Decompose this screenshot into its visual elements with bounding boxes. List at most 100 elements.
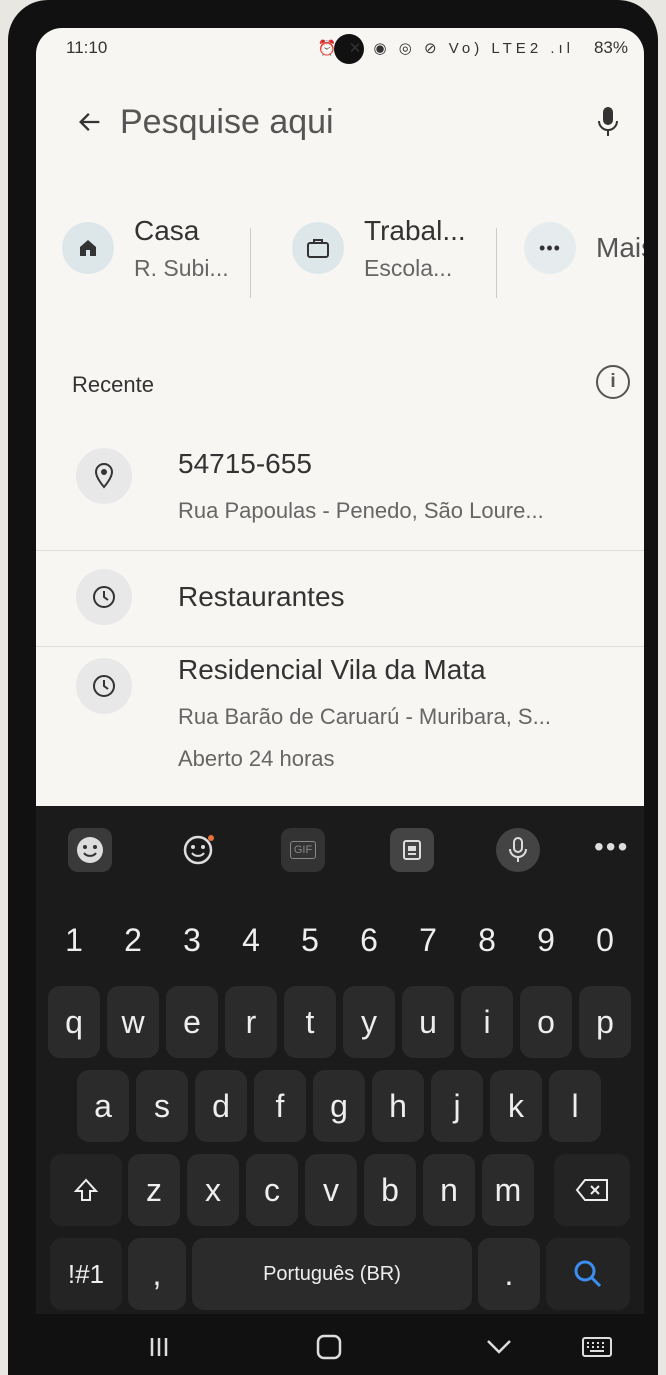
- key-x[interactable]: x: [187, 1154, 239, 1226]
- status-icons: ⏰ ✕ ◉ ◎ ⊘ Vo) LTE2 .ıl: [317, 40, 574, 57]
- key-u[interactable]: u: [402, 986, 454, 1058]
- briefcase-icon: [292, 222, 344, 274]
- chevron-down-icon: [487, 1340, 511, 1354]
- keyboard-toolbar: GIF •••: [36, 806, 644, 902]
- microphone-icon: [598, 107, 618, 136]
- shortcut-separator: [250, 228, 251, 298]
- recent-item-title: 54715-655: [178, 448, 312, 479]
- shortcuts-row: Casa R. Subi... Trabal... Escola... •••: [36, 193, 644, 303]
- search-bar: [56, 86, 632, 158]
- symbols-key[interactable]: !#1: [50, 1238, 122, 1310]
- home-button[interactable]: [304, 1322, 354, 1372]
- key-6[interactable]: 6: [343, 908, 395, 972]
- letter-row-1: qwertyuiop: [36, 986, 644, 1060]
- key-r[interactable]: r: [225, 986, 277, 1058]
- shortcut-home-title: Casa: [134, 214, 200, 246]
- screen: 11:10 ⏰ ✕ ◉ ◎ ⊘ Vo) LTE2 .ıl 83% Casa R.: [36, 28, 644, 1375]
- key-9[interactable]: 9: [520, 908, 572, 972]
- recent-section-title: Recente: [72, 372, 154, 397]
- bottom-row: !#1 , Português (BR) .: [36, 1238, 644, 1312]
- shortcut-more[interactable]: ••• Mais: [524, 193, 644, 303]
- letter-row-2: asdfghjkl: [36, 1070, 644, 1144]
- key-5[interactable]: 5: [284, 908, 336, 972]
- key-7[interactable]: 7: [402, 908, 454, 972]
- key-2[interactable]: 2: [107, 908, 159, 972]
- key-8[interactable]: 8: [461, 908, 513, 972]
- key-q[interactable]: q: [48, 986, 100, 1058]
- info-icon[interactable]: i: [596, 365, 630, 399]
- key-y[interactable]: y: [343, 986, 395, 1058]
- key-f[interactable]: f: [254, 1070, 306, 1142]
- battery-level: 83%: [593, 38, 628, 57]
- clipboard-button[interactable]: [388, 826, 436, 874]
- shortcut-separator: [496, 228, 497, 298]
- home-square-icon: [316, 1334, 342, 1360]
- status-bar: 11:10 ⏰ ✕ ◉ ◎ ⊘ Vo) LTE2 .ıl 83%: [36, 28, 644, 74]
- period-key[interactable]: .: [478, 1238, 540, 1310]
- key-m[interactable]: m: [482, 1154, 534, 1226]
- key-v[interactable]: v: [305, 1154, 357, 1226]
- gif-icon: GIF: [281, 828, 325, 872]
- key-l[interactable]: l: [549, 1070, 601, 1142]
- space-bar[interactable]: Português (BR): [192, 1238, 472, 1310]
- search-key[interactable]: [546, 1238, 630, 1310]
- key-k[interactable]: k: [490, 1070, 542, 1142]
- key-w[interactable]: w: [107, 986, 159, 1058]
- shift-key[interactable]: [50, 1154, 122, 1226]
- key-g[interactable]: g: [313, 1070, 365, 1142]
- shortcut-work[interactable]: Trabal... Escola...: [292, 193, 466, 303]
- divider: [36, 646, 644, 647]
- key-h[interactable]: h: [372, 1070, 424, 1142]
- key-3[interactable]: 3: [166, 908, 218, 972]
- key-p[interactable]: p: [579, 986, 631, 1058]
- keyboard-icon: [582, 1337, 612, 1357]
- shortcut-more-title: Mais: [596, 232, 644, 263]
- recent-item-title: Residencial Vila da Mata: [178, 654, 486, 685]
- status-time: 11:10: [66, 38, 108, 57]
- keyboard-more-options[interactable]: •••: [594, 831, 629, 863]
- location-pin-icon: [76, 448, 132, 504]
- gif-button[interactable]: GIF: [279, 826, 327, 874]
- search-input[interactable]: [120, 102, 588, 142]
- key-n[interactable]: n: [423, 1154, 475, 1226]
- key-o[interactable]: o: [520, 986, 572, 1058]
- phone-frame: 11:10 ⏰ ✕ ◉ ◎ ⊘ Vo) LTE2 .ıl 83% Casa R.: [8, 0, 658, 1375]
- key-c[interactable]: c: [246, 1154, 298, 1226]
- recent-item-hours: Aberto 24 horas: [178, 746, 335, 771]
- key-i[interactable]: i: [461, 986, 513, 1058]
- key-j[interactable]: j: [431, 1070, 483, 1142]
- emoji-button[interactable]: [66, 826, 114, 874]
- keyboard: 1234567890 qwertyuiop asdfghjkl zxcvbnm …: [36, 902, 644, 1314]
- shift-arrow-icon: [73, 1178, 99, 1201]
- number-row: 1234567890: [36, 908, 644, 982]
- back-button[interactable]: [70, 92, 110, 152]
- key-z[interactable]: z: [128, 1154, 180, 1226]
- recent-apps-button[interactable]: [134, 1322, 184, 1372]
- comma-key[interactable]: ,: [128, 1238, 186, 1310]
- key-0[interactable]: 0: [579, 908, 631, 972]
- recent-item[interactable]: Residencial Vila da Mata Rua Barão de Ca…: [76, 654, 616, 772]
- key-4[interactable]: 4: [225, 908, 277, 972]
- recent-item[interactable]: Restaurantes: [76, 562, 616, 632]
- divider: [36, 550, 644, 551]
- recent-item-title: Restaurantes: [178, 581, 345, 612]
- sticker-button[interactable]: [174, 826, 222, 874]
- key-s[interactable]: s: [136, 1070, 188, 1142]
- history-clock-icon: [76, 658, 132, 714]
- key-b[interactable]: b: [364, 1154, 416, 1226]
- shortcut-home[interactable]: Casa R. Subi...: [62, 193, 229, 303]
- voice-search-button[interactable]: [588, 92, 628, 152]
- backspace-key[interactable]: [554, 1154, 630, 1226]
- system-nav-bar: [36, 1314, 644, 1375]
- backspace-icon: [575, 1179, 608, 1201]
- key-t[interactable]: t: [284, 986, 336, 1058]
- key-1[interactable]: 1: [48, 908, 100, 972]
- shortcut-work-subtitle: Escola...: [364, 254, 453, 281]
- key-d[interactable]: d: [195, 1070, 247, 1142]
- key-a[interactable]: a: [77, 1070, 129, 1142]
- switch-keyboard-button[interactable]: [572, 1322, 622, 1372]
- back-hide-keyboard-button[interactable]: [474, 1322, 524, 1372]
- recent-item[interactable]: 54715-655 Rua Papoulas - Penedo, São Lou…: [76, 448, 616, 524]
- voice-input-button[interactable]: [494, 826, 542, 874]
- key-e[interactable]: e: [166, 986, 218, 1058]
